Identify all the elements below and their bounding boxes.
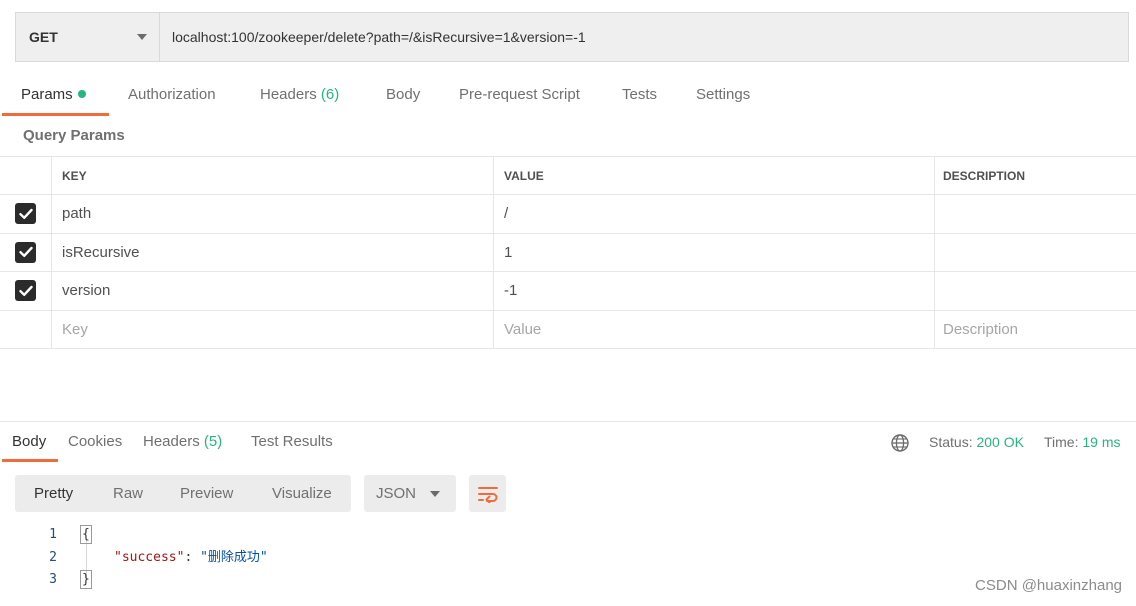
new-description-input[interactable]: Description: [935, 311, 1136, 349]
param-key[interactable]: isRecursive: [52, 233, 494, 271]
table-row: isRecursive 1: [0, 233, 1136, 272]
url-input[interactable]: localhost:100/zookeeper/delete?path=/&is…: [160, 13, 1128, 61]
response-tab-headers-count: (5): [203, 433, 223, 450]
response-tab-body[interactable]: Body: [12, 422, 46, 462]
wrap-lines-icon: [477, 486, 498, 503]
code-line: 3 }: [0, 569, 1136, 592]
format-preview[interactable]: Preview: [180, 475, 233, 512]
time-value: 19 ms: [1082, 434, 1121, 450]
format-raw[interactable]: Raw: [113, 475, 143, 512]
param-value[interactable]: 1: [494, 233, 935, 271]
checkmark-icon: [18, 208, 33, 219]
format-visualize[interactable]: Visualize: [272, 475, 332, 512]
column-header-value: VALUE: [494, 157, 935, 194]
row-checkbox-cell: [0, 310, 52, 348]
param-key[interactable]: path: [52, 195, 494, 233]
header-checkbox-cell: [0, 157, 52, 194]
row-checkbox-cell: [0, 272, 52, 310]
code-line: 2 "success": "删除成功": [0, 547, 1136, 570]
format-select[interactable]: JSON: [364, 475, 456, 512]
open-brace: {: [80, 525, 92, 544]
tab-headers-label: Headers: [260, 86, 317, 103]
active-response-tab-underline: [2, 459, 58, 462]
time-label: Time:: [1044, 434, 1079, 450]
watermark: CSDN @huaxinzhang: [975, 577, 1122, 594]
tab-params[interactable]: Params: [21, 74, 86, 116]
column-header-key: KEY: [52, 157, 494, 194]
json-key: "success": [114, 549, 185, 565]
status-label: Status:: [929, 434, 973, 450]
tab-prerequest-script[interactable]: Pre-request Script: [459, 74, 580, 116]
param-description[interactable]: [935, 272, 1136, 310]
line-number: 1: [49, 527, 57, 542]
row-checkbox-cell: [0, 233, 52, 271]
line-number: 3: [49, 572, 57, 587]
row-checkbox[interactable]: [15, 203, 36, 225]
query-params-title: Query Params: [23, 127, 125, 144]
new-value-input[interactable]: Value: [494, 310, 935, 348]
checkmark-icon: [18, 247, 33, 258]
params-table: KEY VALUE DESCRIPTION path / isRecursive…: [0, 156, 1136, 349]
json-separator: :: [184, 549, 201, 565]
params-active-dot-icon: [77, 90, 86, 99]
row-checkbox-cell: [0, 195, 52, 233]
tab-settings[interactable]: Settings: [696, 74, 750, 116]
format-pretty[interactable]: Pretty: [34, 475, 73, 512]
method-select[interactable]: GET: [16, 13, 160, 61]
table-row: version -1: [0, 272, 1136, 311]
tab-headers-count: (6): [320, 86, 340, 103]
tab-params-label: Params: [21, 86, 73, 103]
new-key-input[interactable]: Key: [52, 310, 494, 348]
table-row: path /: [0, 195, 1136, 234]
tab-headers[interactable]: Headers (6): [260, 74, 339, 116]
checkmark-icon: [18, 285, 33, 296]
chevron-down-icon: [430, 490, 440, 497]
status-value: 200 OK: [976, 434, 1024, 450]
time-indicator[interactable]: Time: 19 ms: [1044, 422, 1121, 462]
param-value[interactable]: /: [494, 195, 935, 233]
param-description[interactable]: [935, 234, 1136, 272]
close-brace: }: [80, 570, 92, 589]
response-tab-test-results[interactable]: Test Results: [251, 422, 333, 462]
format-tabs: Pretty Raw Preview Visualize: [15, 475, 351, 512]
format-select-label: JSON: [376, 485, 417, 502]
param-description[interactable]: [935, 195, 1136, 233]
globe-icon[interactable]: [890, 433, 910, 453]
code-line: 1 {: [0, 524, 1136, 547]
tab-body[interactable]: Body: [386, 74, 420, 116]
response-body-editor[interactable]: 1 { 2 "success": "删除成功" 3 }: [0, 524, 1136, 592]
chevron-down-icon: [137, 34, 147, 40]
method-label: GET: [29, 29, 58, 45]
row-checkbox[interactable]: [15, 241, 36, 263]
status-indicator[interactable]: Status: 200 OK: [929, 422, 1024, 462]
table-header-row: KEY VALUE DESCRIPTION: [0, 157, 1136, 195]
column-header-description: DESCRIPTION: [943, 168, 1026, 183]
tab-authorization[interactable]: Authorization: [128, 74, 216, 116]
response-tab-headers[interactable]: Headers (5): [143, 422, 222, 462]
line-number: 2: [49, 549, 57, 565]
new-param-row: Key Value Description: [0, 310, 1136, 349]
response-tabs: Body Cookies Headers (5) Test Results St…: [0, 422, 1136, 462]
response-tab-headers-label: Headers: [143, 433, 200, 450]
param-key[interactable]: version: [52, 272, 494, 310]
request-tabs: Params Authorization Headers (6) Body Pr…: [0, 74, 1136, 116]
json-value: "删除成功": [200, 549, 268, 565]
wrap-lines-button[interactable]: [469, 475, 506, 512]
row-checkbox[interactable]: [15, 280, 36, 302]
active-tab-underline: [2, 113, 109, 116]
param-value[interactable]: -1: [494, 272, 935, 310]
request-bar: GET localhost:100/zookeeper/delete?path=…: [15, 12, 1129, 62]
response-tab-cookies[interactable]: Cookies: [68, 422, 122, 462]
tab-tests[interactable]: Tests: [622, 74, 657, 116]
